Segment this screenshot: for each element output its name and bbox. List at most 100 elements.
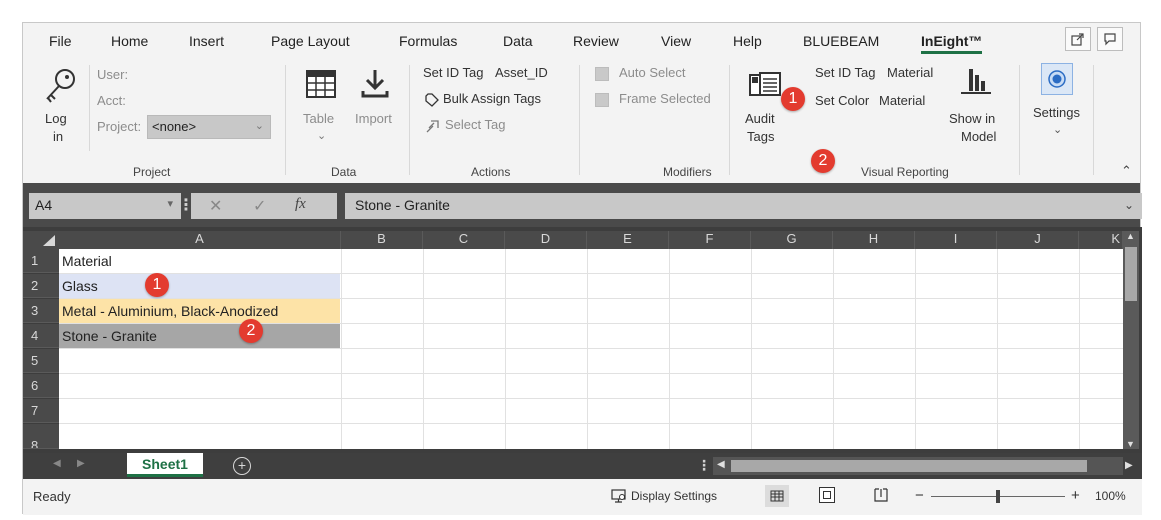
zoom-slider[interactable]	[931, 490, 1065, 503]
column-header-k[interactable]: K	[1079, 231, 1123, 249]
formula-bar: A4 ▾ ⋮ ✕ ✓ fx Stone - Granite ⌄	[23, 183, 1142, 227]
share-icon[interactable]	[1065, 27, 1091, 51]
ribbon: Log in User: Acct: Project: <none> ⌄ Pro…	[23, 57, 1140, 183]
insert-function-icon[interactable]: fx	[295, 196, 306, 213]
tab-file[interactable]: File	[49, 33, 72, 49]
cancel-icon[interactable]: ✕	[209, 196, 222, 216]
next-sheet-icon[interactable]: ▶	[77, 458, 85, 469]
column-header-a[interactable]: A	[59, 231, 341, 249]
set-id-tag-button[interactable]: Set ID Tag Asset_ID	[423, 63, 583, 85]
audit-tags-icon	[749, 72, 781, 96]
vertical-scrollbar[interactable]: ▲ ▼	[1123, 231, 1139, 449]
select-tag-button[interactable]: Select Tag	[423, 115, 543, 137]
name-box[interactable]: A4 ▾	[29, 193, 181, 219]
normal-view-button[interactable]	[765, 485, 789, 507]
enter-icon[interactable]: ✓	[253, 196, 266, 216]
grid-line	[915, 249, 916, 449]
row-header-7[interactable]: 7	[23, 399, 59, 423]
tab-bluebeam[interactable]: BLUEBEAM	[803, 33, 879, 49]
actions-group-label: Actions	[471, 165, 511, 179]
scroll-thumb[interactable]	[731, 460, 1087, 472]
zoom-level[interactable]: 100%	[1095, 489, 1126, 503]
set-id-tag-value: Asset_ID	[495, 65, 548, 80]
settings-button[interactable]	[1041, 63, 1073, 95]
display-settings-button[interactable]: Display Settings	[611, 487, 741, 507]
frame-selected-checkbox[interactable]: Frame Selected	[593, 89, 733, 111]
column-header-d[interactable]: D	[505, 231, 587, 249]
auto-select-checkbox[interactable]: Auto Select	[593, 63, 723, 85]
row-header-5[interactable]: 5	[23, 349, 59, 373]
model-label: Model	[961, 129, 997, 144]
column-header-f[interactable]: F	[669, 231, 751, 249]
set-color-material-button[interactable]: Set Color Material	[815, 91, 955, 113]
zoom-in-button[interactable]: +	[1071, 487, 1080, 504]
prev-sheet-icon[interactable]: ◀	[53, 458, 61, 469]
scroll-left-icon[interactable]: ◀	[717, 459, 725, 470]
column-header-g[interactable]: G	[751, 231, 833, 249]
tab-page-layout[interactable]: Page Layout	[271, 33, 350, 49]
settings-icon	[1048, 70, 1066, 88]
tab-splitter-icon[interactable]: ⋮	[697, 457, 711, 474]
tab-data[interactable]: Data	[503, 33, 533, 49]
cells-area[interactable]: Material Glass Metal - Aluminium, Black-…	[59, 249, 1123, 449]
scroll-down-icon[interactable]: ▼	[1126, 439, 1135, 449]
tab-view[interactable]: View	[661, 33, 691, 49]
row-header-4[interactable]: 4	[23, 324, 59, 348]
table-button[interactable]: Table ⌄	[301, 65, 345, 155]
row-header-3[interactable]: 3	[23, 299, 59, 323]
column-header-h[interactable]: H	[833, 231, 915, 249]
tab-help[interactable]: Help	[733, 33, 762, 49]
select-all-corner[interactable]	[23, 231, 59, 249]
sheet-tab-sheet1[interactable]: Sheet1	[127, 453, 203, 477]
chevron-down-icon: ⌄	[254, 120, 264, 132]
set-id-tag-label: Set ID Tag	[423, 65, 484, 80]
page-layout-view-button[interactable]	[819, 487, 835, 503]
cell-a3[interactable]: Metal - Aluminium, Black-Anodized	[59, 299, 340, 323]
collapse-ribbon-icon[interactable]: ⌃	[1121, 163, 1132, 179]
row-header-8[interactable]: 8	[23, 424, 59, 449]
horizontal-scrollbar[interactable]: ◀	[713, 457, 1123, 475]
scroll-thumb[interactable]	[1125, 247, 1137, 301]
bulk-assign-tags-button[interactable]: Bulk Assign Tags	[423, 89, 583, 111]
modifiers-group-label: Modifiers	[663, 165, 712, 179]
add-sheet-button[interactable]: +	[233, 457, 251, 475]
table-icon	[306, 70, 336, 98]
set-id-tag-material-button[interactable]: Set ID Tag Material	[815, 63, 955, 85]
zoom-out-button[interactable]: −	[915, 487, 924, 504]
project-dropdown[interactable]: <none> ⌄	[147, 115, 271, 139]
zoom-slider-thumb[interactable]	[996, 490, 1000, 503]
tab-ineight[interactable]: InEight™	[921, 33, 983, 54]
column-header-c[interactable]: C	[423, 231, 505, 249]
cell-a1[interactable]: Material	[59, 249, 340, 273]
comments-icon[interactable]	[1097, 27, 1123, 51]
scroll-up-icon[interactable]: ▲	[1126, 231, 1135, 241]
column-header-i[interactable]: I	[915, 231, 997, 249]
cell-a4[interactable]: Stone - Granite	[59, 324, 340, 348]
callout-badge-1: 1	[781, 87, 805, 111]
chevron-down-icon: ⌄	[1053, 124, 1063, 136]
select-tag-icon	[426, 120, 439, 133]
tab-formulas[interactable]: Formulas	[399, 33, 457, 49]
show-in-model-button[interactable]: Show in Model	[947, 63, 1011, 159]
separator	[1093, 65, 1094, 175]
import-button[interactable]: Import	[351, 65, 399, 155]
tab-review[interactable]: Review	[573, 33, 619, 49]
tab-home[interactable]: Home	[111, 33, 148, 49]
scroll-right-icon[interactable]: ▶	[1125, 460, 1133, 471]
cell-a2[interactable]: Glass	[59, 274, 340, 298]
row-header-1[interactable]: 1	[23, 249, 59, 273]
separator	[1019, 65, 1020, 175]
tab-insert[interactable]: Insert	[189, 33, 224, 49]
row-header-6[interactable]: 6	[23, 374, 59, 398]
expand-formula-icon[interactable]: ⌄	[1124, 198, 1134, 212]
page-break-view-button[interactable]	[873, 487, 889, 503]
formula-input[interactable]: Stone - Granite ⌄	[345, 193, 1142, 219]
row-header-2[interactable]: 2	[23, 274, 59, 298]
log-in-button[interactable]: Log in	[41, 65, 83, 155]
column-header-b[interactable]: B	[341, 231, 423, 249]
column-header-e[interactable]: E	[587, 231, 669, 249]
column-header-j[interactable]: J	[997, 231, 1079, 249]
audit-tags-button[interactable]: Audit Tags	[739, 63, 793, 159]
settings-label: Settings	[1033, 105, 1080, 120]
grid-line	[423, 249, 424, 449]
